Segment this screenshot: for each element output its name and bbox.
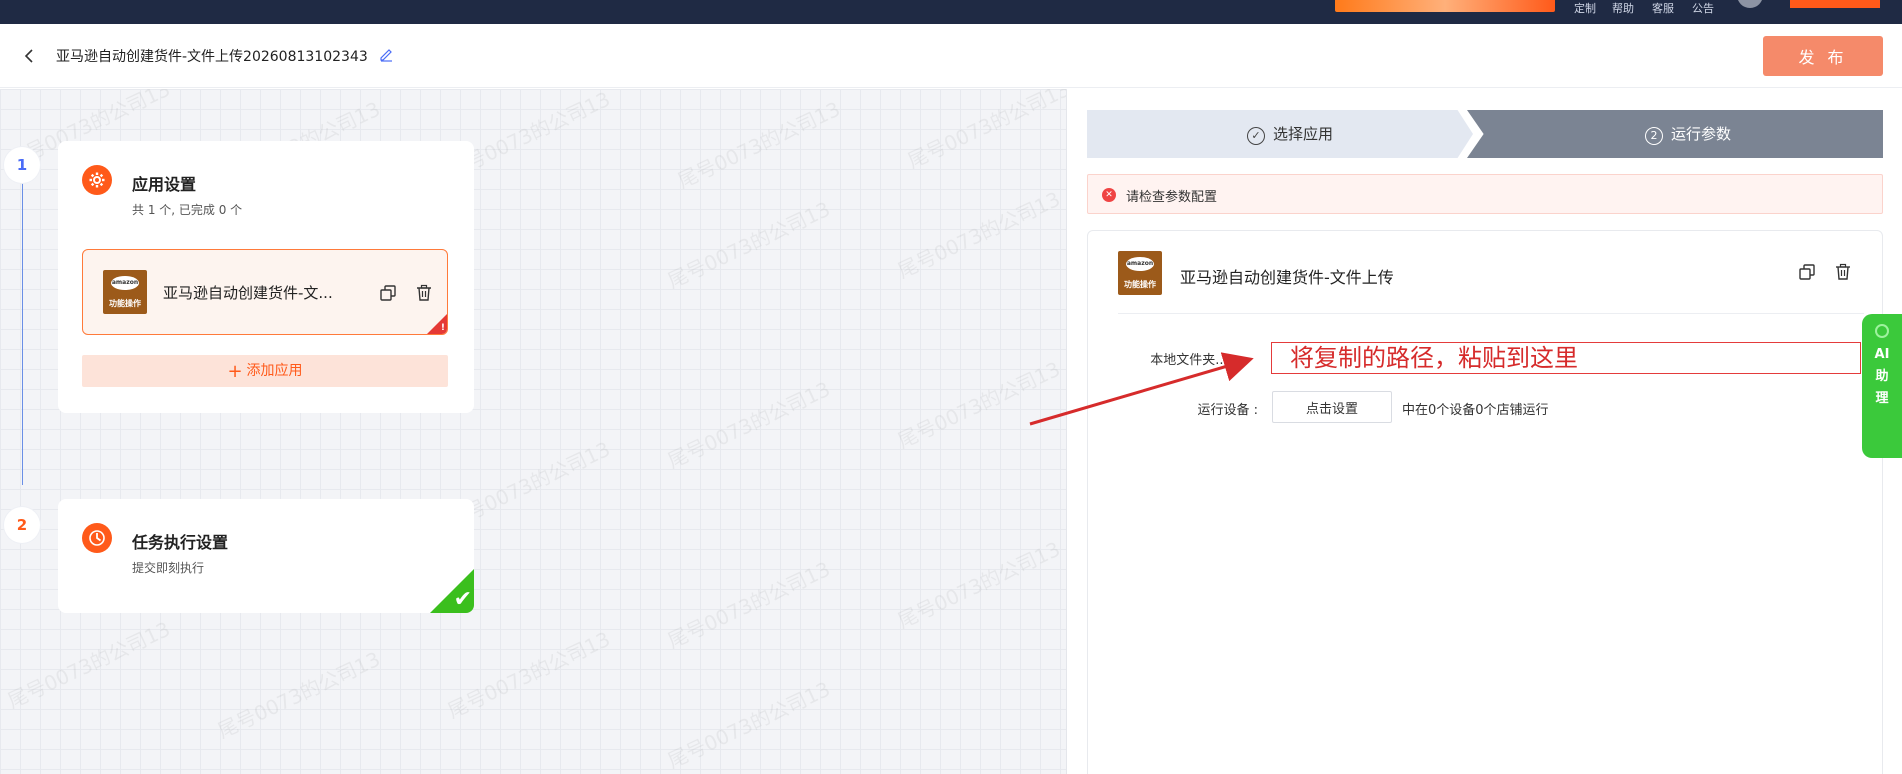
nav-link-service[interactable]: 客服: [1652, 0, 1674, 16]
app-item-name: 亚马逊自动创建货件-文...: [163, 284, 333, 302]
folder-field-label-text: 本地文件夹...: [1150, 353, 1228, 368]
step-number-1: 1: [4, 147, 40, 183]
app-settings-subtitle: 共 1 个, 已完成 0 个: [132, 203, 243, 217]
step-number-2: 2: [4, 507, 40, 543]
device-field-label: 运行设备 :: [1197, 403, 1258, 418]
top-nav: 定制 帮助 客服 公告: [0, 0, 1902, 24]
add-app-label: 添加应用: [246, 363, 303, 379]
page-header: 亚马逊自动创建货件-文件上传20260813102343 发 布: [0, 24, 1902, 88]
divider: [1118, 313, 1864, 314]
set-device-button[interactable]: 点击设置: [1272, 391, 1392, 423]
amazon-logo-icon: amazon 功能操作: [1118, 251, 1162, 295]
plus-icon: +: [227, 361, 243, 382]
copy-icon[interactable]: [379, 284, 397, 302]
device-hint-text: 中在0个设备0个店铺运行: [1402, 403, 1549, 418]
task-settings-card[interactable]: 任务执行设置 提交即刻执行 ✔: [58, 499, 474, 613]
step-number-badge: 2: [1645, 127, 1663, 145]
workflow-canvas: 尾号0073的公司13 尾号0073的公司13 尾号0073的公司13 尾号00…: [0, 89, 1066, 774]
copy-icon[interactable]: [1798, 263, 1816, 281]
watermark-text: 尾号0073的公司13: [903, 89, 1066, 174]
checkmark-icon: ✔: [453, 587, 472, 612]
watermark-text: 尾号0073的公司13: [663, 196, 834, 294]
edit-pencil-icon[interactable]: [378, 46, 394, 62]
watermark-text: 尾号0073的公司13: [663, 676, 834, 774]
alert-text: 请检查参数配置: [1126, 190, 1218, 205]
tab-run-params-label: 运行参数: [1671, 125, 1732, 143]
run-params-form: amazon 功能操作 亚马逊自动创建货件-文件上传 本地文件夹...: 将复制…: [1087, 230, 1883, 774]
steps-bar: ✓ 选择应用 2 运行参数: [1087, 110, 1883, 158]
error-exclamation-icon: !: [440, 323, 445, 333]
promo-banner[interactable]: [1335, 0, 1555, 12]
watermark-text: 尾号0073的公司13: [663, 556, 834, 654]
watermark-text: 尾号0073的公司13: [213, 646, 384, 744]
watermark-text: 尾号0073的公司13: [3, 616, 174, 714]
add-app-button[interactable]: + 添加应用: [82, 355, 448, 387]
page-title: 亚马逊自动创建货件-文件上传20260813102343: [56, 49, 368, 65]
nav-link-notice[interactable]: 公告: [1692, 0, 1714, 16]
folder-path-input[interactable]: 将复制的路径，粘贴到这里: [1271, 342, 1861, 374]
config-panel: ✓ 选择应用 2 运行参数 ✕ 请检查参数配置 amazon 功能操作 亚马逊自动创…: [1066, 89, 1902, 774]
form-app-name: 亚马逊自动创建货件-文件上传: [1180, 268, 1394, 287]
watermark-text: 尾号0073的公司13: [443, 626, 614, 724]
ai-assistant-button[interactable]: AI助理: [1862, 314, 1902, 458]
app-settings-title: 应用设置: [132, 175, 197, 194]
step-connector-line: [22, 165, 23, 485]
top-action-button[interactable]: [1790, 0, 1880, 8]
watermark-text: 尾号0073的公司13: [893, 536, 1064, 634]
watermark-text: 尾号0073的公司13: [663, 376, 834, 474]
ai-assistant-label: AI助理: [1874, 347, 1890, 406]
publish-button[interactable]: 发 布: [1763, 36, 1883, 76]
app-settings-card[interactable]: 应用设置 共 1 个, 已完成 0 个 amazon 功能操作 亚马逊自动创建货…: [58, 141, 474, 413]
gear-icon: [82, 165, 112, 195]
check-circle-icon: ✓: [1247, 127, 1265, 145]
trash-icon[interactable]: [1834, 263, 1852, 281]
folder-field-colon: :: [1239, 353, 1244, 368]
tab-select-app[interactable]: ✓ 选择应用: [1087, 110, 1473, 158]
nav-link-help[interactable]: 帮助: [1612, 0, 1634, 16]
watermark-text: 尾号0073的公司13: [673, 96, 844, 194]
amazon-logo-caption: 功能操作: [109, 299, 141, 308]
amazon-logo-icon: amazon 功能操作: [103, 270, 147, 314]
tab-run-params[interactable]: 2 运行参数: [1467, 110, 1883, 158]
clock-icon: [82, 523, 112, 553]
error-alert: ✕ 请检查参数配置: [1087, 174, 1883, 214]
nav-link-custom[interactable]: 定制: [1574, 0, 1596, 16]
ai-icon: [1875, 324, 1889, 338]
amazon-logo-text: amazon: [1126, 257, 1154, 271]
avatar[interactable]: [1737, 0, 1763, 8]
tab-select-app-label: 选择应用: [1273, 125, 1334, 143]
error-x-icon: ✕: [1102, 188, 1116, 202]
task-settings-subtitle: 提交即刻执行: [132, 561, 205, 575]
watermark-text: 尾号0073的公司13: [893, 186, 1064, 284]
trash-icon[interactable]: [415, 284, 433, 302]
amazon-logo-text: amazon: [111, 276, 139, 290]
folder-field-label: 本地文件夹...:: [1128, 349, 1244, 368]
back-arrow-icon[interactable]: [20, 46, 40, 66]
task-settings-title: 任务执行设置: [132, 533, 229, 552]
watermark-text: 尾号0073的公司13: [893, 356, 1064, 454]
amazon-logo-caption: 功能操作: [1124, 280, 1156, 289]
app-list-item[interactable]: amazon 功能操作 亚马逊自动创建货件-文... !: [82, 249, 448, 335]
